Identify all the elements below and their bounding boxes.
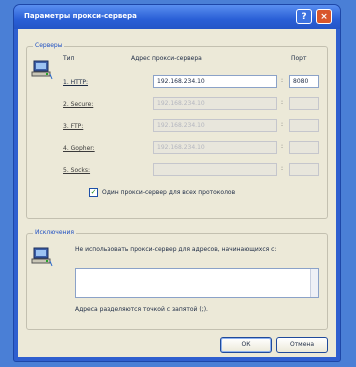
colon-separator: : xyxy=(281,121,284,128)
secure-port-field[interactable] xyxy=(289,97,319,110)
window-title: Параметры прокси-сервера xyxy=(24,12,137,20)
close-button[interactable]: × xyxy=(316,9,332,24)
gopher-label: 4. Gopher: xyxy=(63,145,95,152)
servers-legend: Серверы xyxy=(33,42,65,49)
address-column-header: Адрес прокси-сервера xyxy=(131,55,202,62)
dialog-body: Серверы Тип Адрес прокси-сервера Порт 1.… xyxy=(18,29,336,357)
ok-button[interactable]: ОК xyxy=(220,337,272,353)
help-button[interactable]: ? xyxy=(296,9,312,24)
ftp-address-field[interactable]: 192.168.234.10 xyxy=(153,119,277,132)
gopher-port-field[interactable] xyxy=(289,141,319,154)
same-proxy-checkbox[interactable]: ✓ xyxy=(89,188,98,197)
exceptions-textarea[interactable] xyxy=(75,268,319,298)
textarea-scrollbar[interactable] xyxy=(310,269,318,297)
exceptions-hint: Адреса разделяются точкой с запятой (;). xyxy=(75,306,208,313)
cancel-button[interactable]: Отмена xyxy=(276,337,328,353)
exceptions-description: Не использовать прокси-сервер для адресо… xyxy=(75,246,277,253)
network-computer-icon xyxy=(31,60,53,80)
socks-port-field[interactable] xyxy=(289,163,319,176)
colon-separator: : xyxy=(281,165,284,172)
port-column-header: Порт xyxy=(291,55,307,62)
socks-address-field[interactable] xyxy=(153,163,277,176)
secure-address-field[interactable]: 192.168.234.10 xyxy=(153,97,277,110)
http-label: 1. HTTP: xyxy=(63,79,89,86)
title-bar[interactable]: Параметры прокси-сервера ? × xyxy=(14,5,340,29)
http-address-field[interactable]: 192.168.234.10 xyxy=(153,75,277,88)
secure-label: 2. Secure: xyxy=(63,101,94,108)
proxy-settings-dialog: Параметры прокси-сервера ? × Серверы Тип… xyxy=(14,5,340,361)
type-column-header: Тип xyxy=(63,55,75,62)
exceptions-group: Исключения Не использовать прокси-сервер… xyxy=(26,229,328,330)
servers-group: Серверы Тип Адрес прокси-сервера Порт 1.… xyxy=(26,42,328,219)
network-computer-icon xyxy=(31,247,53,267)
colon-separator: : xyxy=(281,99,284,106)
exceptions-legend: Исключения xyxy=(33,229,76,236)
same-proxy-label[interactable]: Один прокси-сервер для всех протоколов xyxy=(102,189,235,196)
colon-separator: : xyxy=(281,77,284,84)
ftp-label: 3. FTP: xyxy=(63,123,84,130)
ftp-port-field[interactable] xyxy=(289,119,319,132)
http-port-field[interactable]: 8080 xyxy=(289,75,319,88)
gopher-address-field[interactable]: 192.168.234.10 xyxy=(153,141,277,154)
socks-label: 5. Socks: xyxy=(63,167,91,174)
colon-separator: : xyxy=(281,143,284,150)
